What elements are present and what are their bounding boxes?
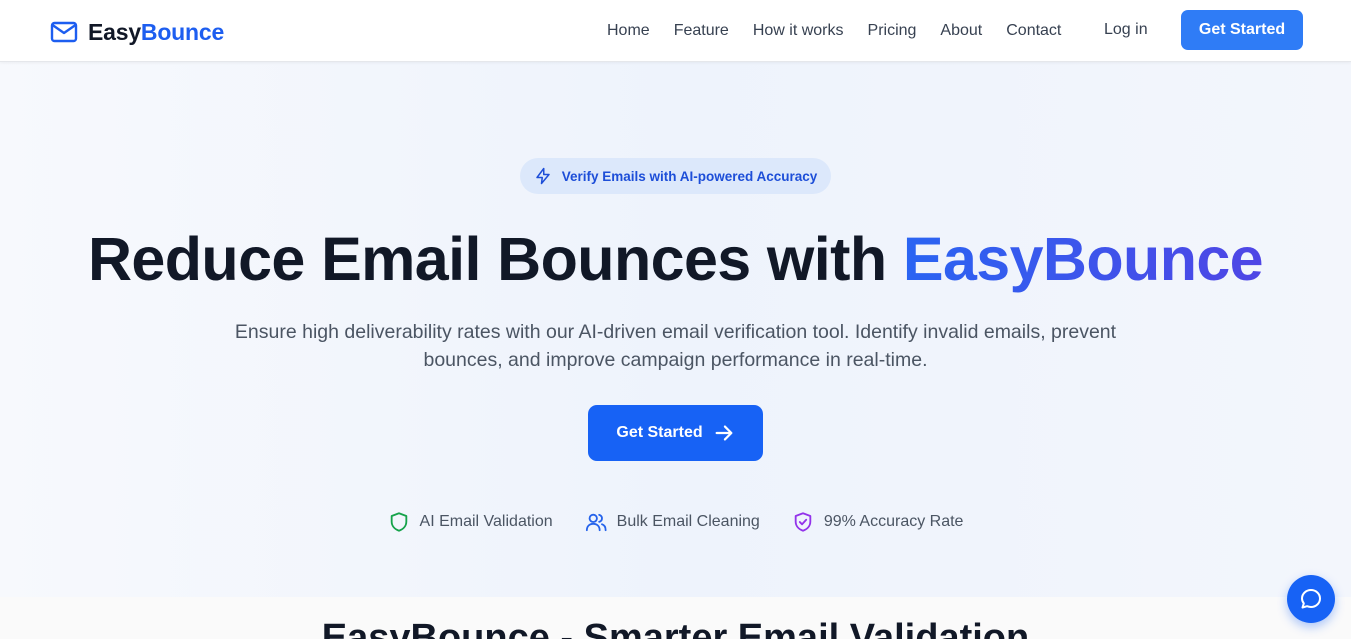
nav-about[interactable]: About <box>940 22 982 40</box>
nav-pricing[interactable]: Pricing <box>868 22 917 40</box>
feature-label: Bulk Email Cleaning <box>616 513 760 530</box>
logo[interactable]: EasyBounce <box>50 17 224 47</box>
hero-cta-label: Get Started <box>616 424 703 441</box>
hero-subtitle: Ensure high deliverability rates with ou… <box>234 321 1117 371</box>
chat-bubble-icon <box>1301 589 1321 609</box>
nav-how-it-works[interactable]: How it works <box>753 22 844 40</box>
hero-badge: Verify Emails with AI-powered Accuracy <box>520 158 831 194</box>
hero-section: Verify Emails with AI-powered Accuracy R… <box>0 62 1351 597</box>
shield-icon <box>390 512 407 532</box>
nav-feature[interactable]: Feature <box>674 22 729 40</box>
headline-accent: EasyBounce <box>902 225 1264 293</box>
hero-headline: Reduce Email Bounces with EasyBounce <box>0 224 1351 294</box>
logo-text-easy: Easy <box>88 18 141 45</box>
login-link[interactable]: Log in <box>1104 21 1148 39</box>
hero-badge-text: Verify Emails with AI-powered Accuracy <box>561 168 818 184</box>
feature-ai-validation: AI Email Validation <box>388 511 553 533</box>
logo-text-bounce: Bounce <box>140 18 225 45</box>
shield-check-icon <box>794 512 812 532</box>
feature-bulk-cleaning: Bulk Email Cleaning <box>585 511 760 533</box>
feature-label: AI Email Validation <box>419 513 553 530</box>
mail-icon <box>50 21 78 43</box>
feature-list: AI Email Validation Bulk Email Cleaning … <box>0 509 1351 535</box>
lightning-icon <box>535 167 550 185</box>
logo-text: EasyBounce <box>88 19 224 46</box>
users-icon <box>585 513 607 532</box>
feature-accuracy: 99% Accuracy Rate <box>792 511 964 533</box>
header-get-started-button[interactable]: Get Started <box>1181 10 1303 50</box>
feature-label: 99% Accuracy Rate <box>823 513 964 530</box>
nav-home[interactable]: Home <box>607 22 650 40</box>
headline-plain: Reduce Email Bounces with <box>87 225 903 293</box>
hero-get-started-button[interactable]: Get Started <box>588 405 763 461</box>
section-title: EasyBounce - Smarter Email Validation <box>321 617 1030 639</box>
site-header: EasyBounce Home Feature How it works Pri… <box>0 0 1351 62</box>
chat-button[interactable] <box>1287 575 1335 623</box>
smarter-validation-section: EasyBounce - Smarter Email Validation <box>0 597 1351 639</box>
main-nav: Home Feature How it works Pricing About … <box>607 0 1085 62</box>
nav-contact[interactable]: Contact <box>1006 22 1061 40</box>
arrow-right-icon <box>715 425 733 441</box>
